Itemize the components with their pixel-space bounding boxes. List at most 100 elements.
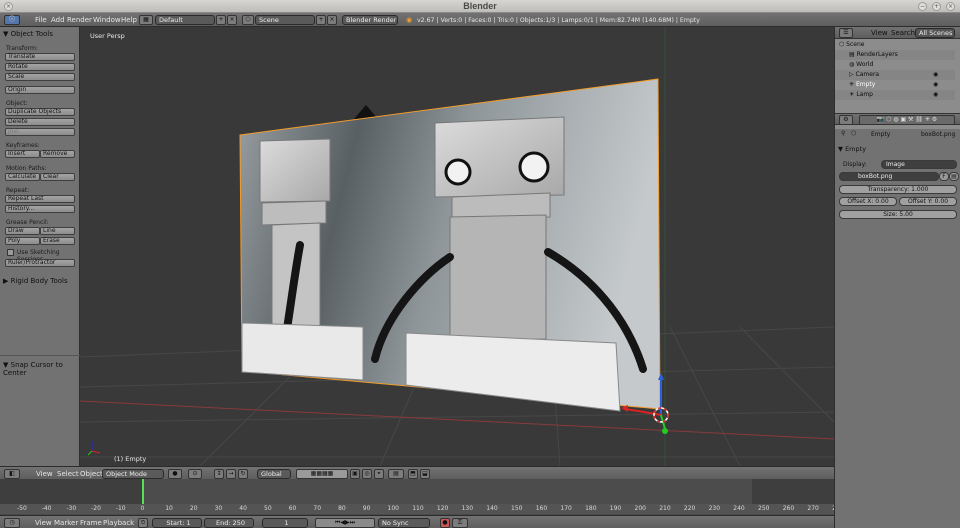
translate-button[interactable]: Translate — [5, 53, 75, 61]
playback-menu[interactable]: Playback — [103, 519, 134, 527]
current-frame-field[interactable]: 1 — [262, 518, 308, 528]
outliner-search-menu[interactable]: Search — [891, 29, 915, 37]
screen-layout-icon[interactable]: ▦ — [139, 15, 153, 25]
translate-manipulator-icon[interactable]: → — [226, 469, 236, 479]
sync-mode-select[interactable]: No Sync — [378, 518, 430, 528]
image-datablock-field[interactable]: boxBot.png — [839, 172, 939, 181]
menu-help[interactable]: Help — [121, 16, 137, 24]
scene-icon[interactable]: ⬡ — [242, 15, 254, 25]
rotate-button[interactable]: Rotate — [5, 63, 75, 71]
ruler-protractor-button[interactable]: Ruler/Protractor — [5, 259, 75, 267]
outliner-item-lamp[interactable]: ☀ Lamp ◉ — [835, 90, 955, 100]
size-field[interactable]: Size: 5.00 — [839, 210, 957, 219]
menu-file[interactable]: File — [35, 16, 47, 24]
minimize-window-icon[interactable]: − — [918, 2, 927, 11]
frame-menu[interactable]: Frame — [80, 519, 102, 527]
draw-button[interactable]: Draw — [5, 227, 40, 235]
lock-layers-icon[interactable]: ▣ — [350, 469, 360, 479]
render-icon[interactable]: ◎ — [362, 469, 372, 479]
timeline-ruler[interactable]: -50 -40 -30 -20 -10 0 10 20 30 40 50 60 70 80 90 100 110… — [0, 504, 834, 514]
add-scene-icon[interactable]: + — [316, 15, 326, 25]
shading-icon[interactable]: ● — [168, 469, 182, 479]
delete-button[interactable]: Delete — [5, 118, 75, 126]
editor-type-properties-icon[interactable]: ⚙ — [839, 115, 853, 125]
line-button[interactable]: Line — [40, 227, 75, 235]
join-button[interactable]: Join — [5, 128, 75, 136]
menu-window[interactable]: Window — [93, 16, 121, 24]
object-tools-header[interactable]: ▼ Object Tools — [3, 30, 53, 38]
timeline-strip[interactable] — [0, 479, 834, 514]
outliner-item-empty[interactable]: ✳ Empty ◉ — [835, 80, 955, 90]
editor-type-timeline-icon[interactable]: ◷ — [4, 518, 20, 528]
properties-context-tabs[interactable]: 📷 ⬡ ◍ ▣ ⚒ ⛓ ✳ ⚙ — [859, 115, 955, 125]
preview-range-icon[interactable]: ⏲ — [138, 518, 148, 528]
remove-keyframe-button[interactable]: Remove — [40, 150, 75, 158]
manipulator-toggle-icon[interactable]: ↕ — [214, 469, 224, 479]
offset-x-field[interactable]: Offset X: 0.00 — [839, 197, 897, 206]
editor-type-3dview-icon[interactable]: ◧ — [4, 469, 20, 479]
outliner-item-renderlayers[interactable]: ▤ RenderLayers — [835, 50, 955, 60]
view-menu[interactable]: View — [36, 470, 53, 478]
opengl-anim-icon[interactable]: ⬓ — [420, 469, 430, 479]
add-layout-icon[interactable]: + — [216, 15, 226, 25]
open-image-icon[interactable]: ▤ — [949, 172, 959, 181]
offset-y-field[interactable]: Offset Y: 0.00 — [899, 197, 957, 206]
outliner-view-menu[interactable]: View — [871, 29, 888, 37]
mode-select[interactable]: Object Mode — [102, 469, 164, 479]
outliner-filter-select[interactable]: All Scenes — [915, 28, 955, 38]
layers-grid-icon[interactable]: ▦▦▦▦ — [296, 469, 348, 479]
rigid-body-tools-header[interactable]: ▶ Rigid Body Tools — [3, 277, 68, 285]
insert-keyframe-button[interactable]: Insert — [5, 150, 40, 158]
repeat-last-button[interactable]: Repeat Last — [5, 195, 75, 203]
rotate-manipulator-icon[interactable]: ↻ — [238, 469, 248, 479]
editor-type-info-icon[interactable]: ⓘ — [4, 15, 20, 25]
pin-icon[interactable]: ⚲ — [841, 130, 845, 137]
menu-add[interactable]: Add — [51, 16, 65, 24]
outliner-item-world[interactable]: ◍ World — [835, 60, 955, 70]
snap-icon[interactable]: ⌖ — [374, 469, 384, 479]
orientation-select[interactable]: Global — [257, 469, 291, 479]
calculate-button[interactable]: Calculate — [5, 173, 40, 181]
remove-layout-icon[interactable]: × — [227, 15, 237, 25]
editor-type-outliner-icon[interactable]: ☰ — [839, 28, 853, 38]
display-type-select[interactable]: Image — [881, 160, 957, 169]
transparency-slider[interactable]: Transparency: 1.000 — [839, 185, 957, 194]
poly-button[interactable]: Poly — [5, 237, 40, 245]
playback-controls-icon[interactable]: ⏮◀▶⏭ — [315, 518, 375, 528]
screen-layout-field[interactable]: Default — [155, 15, 215, 25]
3d-viewport[interactable]: User Persp (1) Empty — [80, 27, 834, 466]
outliner-item-camera[interactable]: ▷ Camera ◉ — [835, 70, 955, 80]
sketching-sessions-checkbox[interactable] — [7, 249, 14, 256]
duplicate-objects-button[interactable]: Duplicate Objects — [5, 108, 75, 116]
visibility-eye-icon[interactable]: ◉ — [933, 90, 938, 100]
object-menu[interactable]: Object — [80, 470, 103, 478]
menu-render[interactable]: Render — [67, 16, 92, 24]
snap-cursor-operator-header[interactable]: ▼ Snap Cursor to Center — [3, 361, 79, 377]
y-arrowhead-icon[interactable] — [662, 428, 668, 434]
visibility-eye-icon[interactable]: ◉ — [933, 70, 938, 80]
select-menu[interactable]: Select — [57, 470, 79, 478]
history-button[interactable]: History... — [5, 205, 75, 213]
scene-field[interactable]: Scene — [255, 15, 315, 25]
close-window-right-icon[interactable]: × — [946, 2, 955, 11]
origin-button[interactable]: Origin — [5, 86, 75, 94]
scale-button[interactable]: Scale — [5, 73, 75, 81]
marker-menu[interactable]: Marker — [54, 519, 78, 527]
timeline-area[interactable]: -50 -40 -30 -20 -10 0 10 20 30 40 50 60 70 80 90 100 110… — [0, 479, 834, 516]
clear-button[interactable]: Clear — [40, 173, 75, 181]
record-keyframe-icon[interactable]: ● — [440, 518, 450, 528]
keying-set-icon[interactable]: ⚿ — [452, 518, 468, 528]
outliner-item-scene[interactable]: ⬡ Scene — [835, 40, 955, 50]
render-engine-select[interactable]: Blender Render — [342, 15, 398, 25]
erase-button[interactable]: Erase — [40, 237, 75, 245]
start-frame-field[interactable]: Start: 1 — [152, 518, 202, 528]
fake-user-button[interactable]: F — [939, 172, 949, 181]
remove-scene-icon[interactable]: × — [327, 15, 337, 25]
opengl-render-icon[interactable]: ⬒ — [408, 469, 418, 479]
visibility-eye-icon[interactable]: ◉ — [933, 80, 938, 90]
end-frame-field[interactable]: End: 250 — [204, 518, 254, 528]
empty-panel-header[interactable]: ▼ Empty — [838, 145, 866, 153]
snap-element-icon[interactable]: ▤ — [388, 469, 404, 479]
maximize-window-icon[interactable]: + — [932, 2, 941, 11]
timeline-view-menu[interactable]: View — [35, 519, 52, 527]
